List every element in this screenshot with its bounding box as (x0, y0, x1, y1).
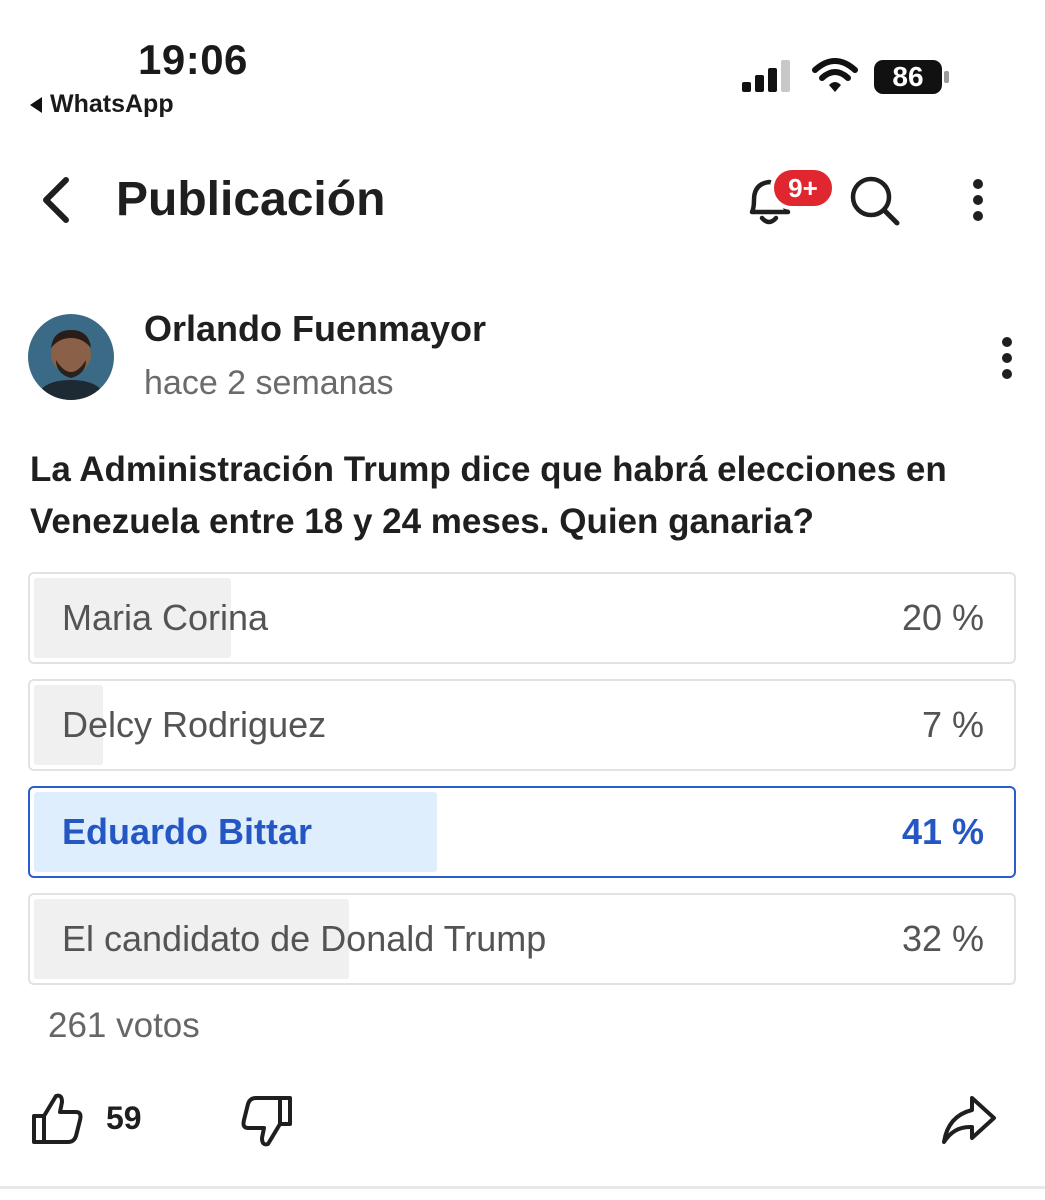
poll: Maria Corina 20 % Delcy Rodriguez 7 % Ed… (28, 572, 1016, 1000)
poll-option-label: El candidato de Donald Trump (62, 918, 547, 959)
share-icon[interactable] (940, 1092, 998, 1146)
post-question: La Administración Trump dice que habrá e… (30, 450, 947, 541)
post-more-icon[interactable] (995, 334, 1019, 382)
notification-badge: 9+ (770, 166, 836, 210)
page-title: Publicación (116, 173, 386, 226)
wifi-icon (812, 58, 858, 92)
author-name[interactable]: Orlando Fuenmayor (144, 308, 486, 350)
poll-option-label: Delcy Rodriguez (62, 704, 327, 745)
back-chevron-icon[interactable] (36, 174, 76, 226)
like-count: 59 (106, 1100, 142, 1136)
author-avatar[interactable] (28, 314, 114, 400)
poll-option-percent: 32 % (901, 918, 984, 959)
post-timestamp: hace 2 semanas (144, 364, 394, 402)
poll-option-label: Eduardo Bittar (62, 811, 313, 852)
screen: 19:06 WhatsApp 86 Publicación 9+ Orlando… (0, 0, 1045, 1200)
bottom-divider (0, 1186, 1045, 1189)
back-app-label: WhatsApp (50, 90, 174, 118)
back-triangle-icon (30, 96, 42, 113)
poll-option[interactable]: Eduardo Bittar 41 % (28, 786, 1016, 878)
poll-vote-count: 261 votos (48, 1006, 200, 1045)
status-time: 19:06 (138, 36, 248, 83)
poll-option-percent: 20 % (901, 597, 984, 638)
more-vertical-icon[interactable] (966, 176, 990, 224)
poll-option[interactable]: Delcy Rodriguez 7 % (28, 679, 1016, 771)
poll-option-percent: 7 % (921, 704, 984, 745)
poll-option-label: Maria Corina (62, 597, 269, 638)
battery-level: 86 (892, 61, 924, 92)
thumbs-down-icon[interactable] (238, 1094, 294, 1150)
back-to-app-link[interactable]: WhatsApp (30, 90, 174, 119)
thumbs-up-icon[interactable] (30, 1090, 86, 1146)
search-icon[interactable] (848, 174, 902, 228)
battery-icon: 86 (874, 60, 950, 94)
poll-option[interactable]: El candidato de Donald Trump 32 % (28, 893, 1016, 985)
poll-option-percent: 41 % (901, 811, 984, 852)
poll-option[interactable]: Maria Corina 20 % (28, 572, 1016, 664)
signal-icon (742, 60, 790, 92)
